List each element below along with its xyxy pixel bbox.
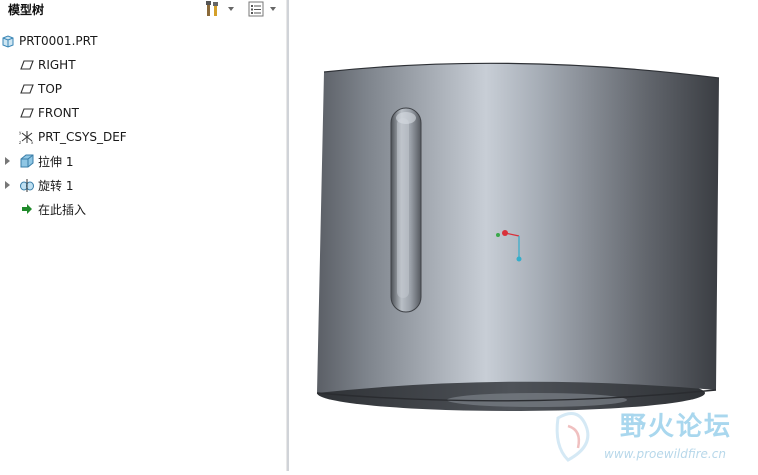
tree-item-revolve[interactable]: 旋转 1 [5, 174, 74, 196]
tree-item-extrude[interactable]: 拉伸 1 [5, 150, 74, 172]
tree-item-label: PRT_CSYS_DEF [38, 130, 127, 144]
revolve-icon [19, 177, 35, 193]
tree-item-csys[interactable]: y z x PRT_CSYS_DEF [19, 126, 127, 148]
datum-plane-icon [19, 81, 35, 97]
chevron-down-icon [270, 7, 276, 11]
tree-item-label: 旋转 1 [38, 178, 74, 193]
tree-item-label: FRONT [38, 106, 79, 120]
tree-item-label: PRT0001.PRT [19, 34, 98, 48]
list-icon [248, 1, 264, 17]
tree-item-front[interactable]: FRONT [19, 102, 79, 124]
part-icon [0, 33, 16, 49]
expand-arrow-icon[interactable] [5, 157, 10, 165]
cylinder-body [317, 63, 719, 393]
csys-icon: y z x [19, 129, 35, 145]
tree-item-right[interactable]: RIGHT [19, 54, 76, 76]
datum-plane-icon [19, 105, 35, 121]
tree-item-root[interactable]: PRT0001.PRT [0, 30, 97, 52]
model-tree-panel: 模型树 PRT0001.PRT RIGHT TOP FRONT y z x PR… [0, 0, 286, 471]
svg-text:z: z [19, 140, 21, 145]
panel-title: 模型树 [8, 3, 45, 17]
tree-item-label: TOP [38, 82, 63, 96]
watermark-url: www.proewildfire.cn [604, 447, 726, 461]
expand-arrow-icon[interactable] [5, 181, 10, 189]
tree-item-label: 拉伸 1 [38, 154, 74, 169]
extrude-icon [19, 153, 35, 169]
model-tree-header: 模型树 [0, 0, 286, 20]
insert-arrow-icon [19, 201, 35, 217]
svg-text:x: x [31, 140, 34, 145]
chevron-down-icon [228, 7, 234, 11]
svg-text:y: y [19, 130, 22, 135]
tree-item-label: 在此插入 [38, 202, 87, 217]
datum-plane-icon [19, 57, 35, 73]
tree-settings-button[interactable] [204, 0, 242, 18]
tree-show-button[interactable] [248, 0, 284, 18]
tools-icon [206, 1, 218, 16]
tree-item-label: RIGHT [38, 58, 76, 72]
tree-item-top[interactable]: TOP [19, 78, 62, 100]
watermark-text: 野火论坛 [620, 412, 733, 442]
tree-item-insert-here[interactable]: 在此插入 [19, 198, 86, 220]
